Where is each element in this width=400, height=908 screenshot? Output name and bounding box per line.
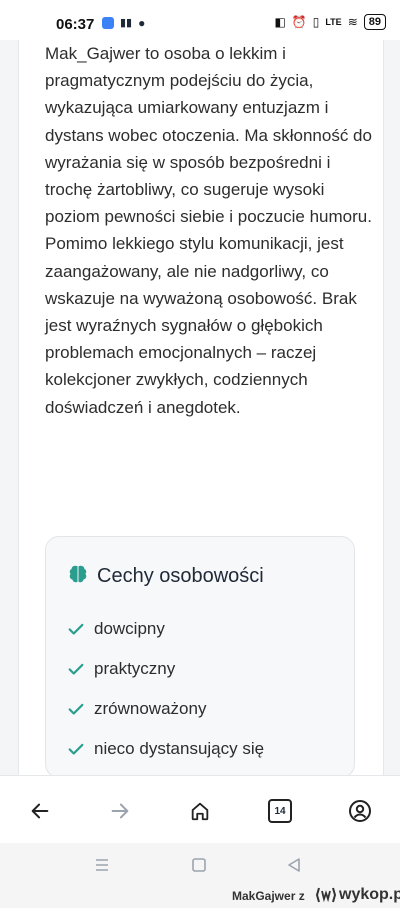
trait-item: zrównoważony — [67, 689, 264, 729]
forward-arrow-icon — [111, 803, 129, 819]
trait-item: nieco dystansujący się — [67, 729, 264, 769]
check-icon — [68, 703, 84, 715]
wykop-logo-icon — [316, 887, 336, 903]
tabs-button[interactable]: 14 — [265, 796, 295, 826]
vibrate-icon: ▯ — [312, 15, 320, 29]
tabs-icon: 14 — [268, 799, 292, 823]
trait-item: praktyczny — [67, 649, 264, 689]
profile-summary: Mak_Gajwer to osoba o lekkim i pragmatyc… — [45, 44, 372, 417]
system-home-button[interactable] — [189, 855, 209, 875]
watermark: MakGajwer z wykop.pl — [0, 883, 400, 908]
back-button[interactable] — [25, 796, 55, 826]
nfc-icon: ◧ — [274, 15, 286, 29]
system-back-button[interactable] — [284, 855, 304, 875]
pause-icon: ▮▮ — [120, 17, 133, 29]
traits-header: Cechy osobowości — [67, 563, 264, 590]
check-icon — [68, 623, 84, 635]
github-icon: ● — [138, 16, 146, 30]
trait-label: praktyczny — [94, 659, 176, 678]
check-icon — [68, 743, 84, 755]
account-button[interactable] — [345, 796, 375, 826]
messenger-icon — [102, 17, 114, 29]
brain-icon — [67, 563, 89, 590]
back-triangle-icon — [288, 858, 300, 872]
trait-label: nieco dystansujący się — [94, 739, 265, 758]
browser-toolbar: 14 — [0, 775, 400, 844]
profile-card: Mak_Gajwer to osoba o lekkim i pragmatyc… — [18, 40, 384, 778]
home-button[interactable] — [185, 796, 215, 826]
trait-label: zrównoważony — [94, 699, 207, 718]
trait-item: dowcipny — [67, 609, 264, 649]
account-icon — [349, 800, 371, 822]
status-bar: 06:37 ▮▮ ● ◧ ⏰ ▯ LTE ≋ 89 — [0, 0, 400, 40]
recents-button[interactable] — [92, 855, 112, 875]
alarm-icon: ⏰ — [291, 15, 307, 29]
home-icon — [191, 802, 209, 821]
forward-button[interactable] — [105, 796, 135, 826]
notification-icons: ▮▮ ● — [102, 17, 145, 29]
traits-box: Cechy osobowości dowcipny praktyczny zró… — [45, 536, 355, 778]
trait-label: dowcipny — [94, 619, 165, 638]
status-time: 06:37 — [56, 16, 95, 33]
trait-list: dowcipny praktyczny zrównoważony nieco d… — [67, 609, 264, 769]
battery-indicator: 89 — [363, 14, 386, 30]
home-square-icon — [192, 858, 206, 872]
system-nav-bar — [0, 843, 400, 883]
status-right-icons: ◧ ⏰ ▯ LTE ≋ 89 — [274, 14, 386, 30]
back-arrow-icon — [31, 803, 49, 819]
wifi-icon: ≋ — [347, 15, 358, 29]
traits-title: Cechy osobowości — [97, 565, 264, 587]
recents-icon — [96, 859, 108, 871]
check-icon — [68, 663, 84, 675]
wykop-logo: wykop.pl — [316, 886, 400, 904]
signal-icon: LTE — [325, 17, 342, 27]
watermark-user: MakGajwer z — [232, 889, 305, 903]
